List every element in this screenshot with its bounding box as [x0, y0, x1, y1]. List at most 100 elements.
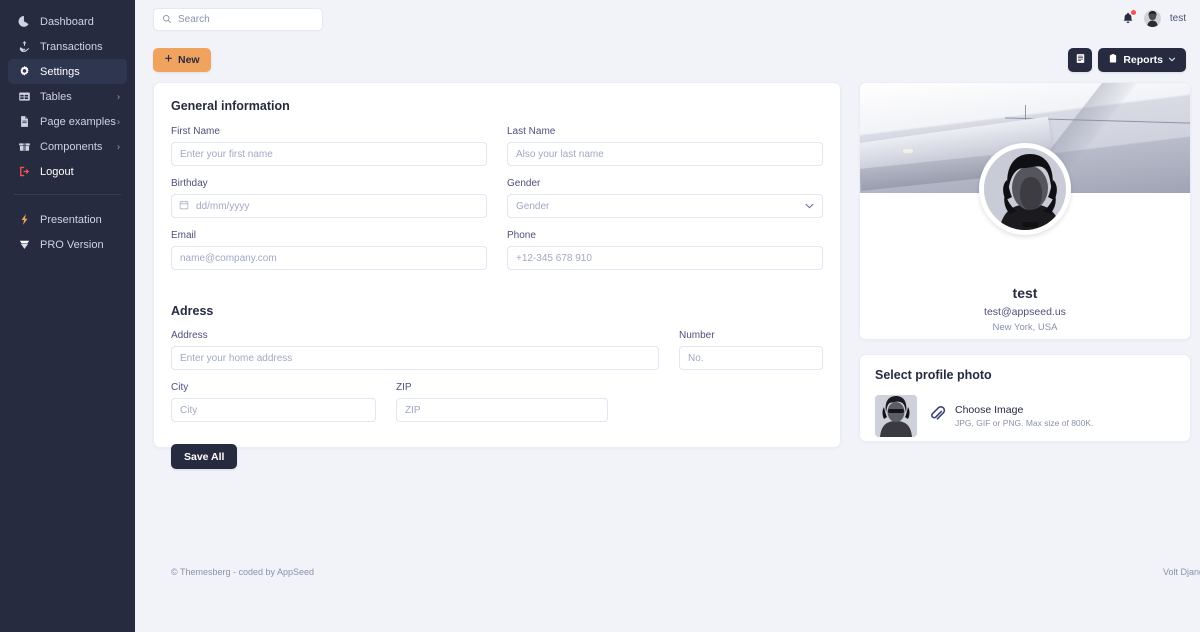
number-label: Number — [679, 330, 715, 341]
sidebar-item-label: Presentation — [40, 213, 102, 226]
sidebar-item-settings[interactable]: Settings — [8, 59, 127, 84]
first-name-field: First Name — [171, 126, 487, 166]
zip-field: ZIP — [396, 382, 608, 422]
footer: © Themesberg - coded by AppSeed Volt Dja… — [171, 567, 1200, 577]
chevron-down-icon — [1168, 56, 1176, 65]
city-label: City — [171, 382, 189, 393]
address-field: Address — [171, 330, 659, 370]
reports-button[interactable]: Reports — [1098, 48, 1186, 72]
sidebar-item-label: PRO Version — [40, 238, 104, 251]
save-all-button[interactable]: Save All — [171, 444, 238, 469]
first-name-label: First Name — [171, 126, 220, 137]
chevron-right-icon: › — [117, 116, 120, 126]
phone-input[interactable] — [507, 246, 823, 270]
gear-icon — [17, 64, 32, 79]
plus-icon — [164, 54, 173, 66]
name-row: First Name Last Name — [171, 126, 823, 178]
zip-input[interactable] — [396, 398, 608, 422]
birthday-field: Birthday — [171, 178, 487, 218]
email-phone-row: Email Phone — [171, 230, 823, 282]
components-box-icon — [17, 139, 32, 154]
choose-image-label: Choose Image — [955, 404, 1024, 416]
phone-field: Phone — [507, 230, 823, 270]
select-profile-photo-title: Select profile photo — [875, 368, 992, 382]
gem-icon — [17, 237, 32, 252]
general-information-title: General information — [171, 99, 290, 113]
logout-icon — [17, 164, 32, 179]
last-name-label: Last Name — [507, 126, 556, 137]
sidebar-item-label: Settings — [40, 65, 80, 78]
search-input[interactable] — [178, 14, 314, 25]
first-name-input[interactable] — [171, 142, 487, 166]
sidebar-item-pro-version[interactable]: PRO Version — [8, 232, 127, 257]
address-section-title: Adress — [171, 304, 214, 318]
birthday-label: Birthday — [171, 178, 208, 189]
profile-email: test@appseed.us — [984, 306, 1066, 318]
topbar-right-group: test — [1121, 9, 1186, 27]
city-input[interactable] — [171, 398, 376, 422]
lightning-bolt-icon — [17, 212, 32, 227]
paperclip-icon — [929, 405, 946, 427]
email-label: Email — [171, 230, 197, 241]
email-field: Email — [171, 230, 487, 270]
avatar[interactable] — [1143, 10, 1161, 27]
address-number-row: Address Number — [171, 330, 823, 382]
sidebar: Dashboard Transactions Settings Tables ›… — [0, 0, 135, 632]
document-icon — [17, 114, 32, 129]
chevron-right-icon: › — [117, 141, 120, 151]
footer-credit: © Themesberg - coded by AppSeed — [171, 567, 315, 577]
sidebar-item-dashboard[interactable]: Dashboard — [8, 9, 127, 34]
new-button-label: New — [178, 54, 200, 66]
city-zip-row: City ZIP — [171, 382, 823, 434]
sidebar-item-presentation[interactable]: Presentation — [8, 207, 127, 232]
number-input[interactable] — [679, 346, 823, 370]
sidebar-item-logout[interactable]: Logout — [8, 159, 127, 184]
sidebar-item-transactions[interactable]: Transactions — [8, 34, 127, 59]
number-field: Number — [679, 330, 823, 370]
general-information-card: General information First Name Last Name… — [153, 82, 841, 469]
sidebar-item-components[interactable]: Components › — [8, 134, 127, 159]
sidebar-item-tables[interactable]: Tables › — [8, 84, 127, 109]
last-name-field: Last Name — [507, 126, 823, 166]
gender-select[interactable]: Gender Female Male — [507, 194, 823, 218]
footer-product-link[interactable]: Volt Django — [1163, 567, 1200, 577]
zip-label: ZIP — [396, 382, 412, 393]
city-field: City — [171, 382, 376, 422]
search-field[interactable] — [153, 8, 323, 31]
main-area: test New Reports General informatio — [135, 0, 1200, 632]
cover-lamp — [902, 149, 913, 153]
last-name-input[interactable] — [507, 142, 823, 166]
gender-field: Gender Gender Female Male — [507, 178, 823, 218]
search-icon — [162, 11, 178, 29]
sidebar-item-label: Dashboard — [40, 15, 94, 28]
sidebar-item-label: Components — [40, 140, 103, 153]
user-name-label: test — [1169, 13, 1186, 24]
sidebar-divider — [14, 194, 121, 195]
choose-image-group[interactable]: Choose Image JPG, GIF or PNG. Max size o… — [929, 404, 1093, 428]
sidebar-item-label: Transactions — [40, 40, 103, 53]
clipboard-icon — [1108, 53, 1118, 67]
hand-receive-icon — [17, 39, 32, 54]
profile-location: New York, USA — [992, 322, 1058, 333]
profile-thumbnail — [875, 395, 917, 437]
profile-name: test — [1012, 285, 1038, 301]
right-actions-group: Reports — [1068, 48, 1186, 72]
chevron-right-icon: › — [117, 91, 120, 101]
choose-image-hint: JPG, GIF or PNG. Max size of 800K. — [955, 418, 1094, 428]
gender-label: Gender — [507, 178, 541, 189]
phone-label: Phone — [507, 230, 536, 241]
table-grid-icon — [17, 89, 32, 104]
birthday-input[interactable] — [171, 194, 487, 218]
new-button[interactable]: New — [153, 48, 211, 72]
sidebar-item-label: Page examples — [40, 115, 116, 128]
pie-chart-icon — [17, 14, 32, 29]
birthday-gender-row: Birthday Gender Gender Female — [171, 178, 823, 230]
list-icon — [1075, 53, 1086, 67]
notifications-button[interactable] — [1121, 9, 1136, 27]
list-view-button[interactable] — [1068, 48, 1093, 72]
select-profile-photo-card: Select profile photo Choose Image JPG, G… — [859, 354, 1191, 442]
sidebar-item-page-examples[interactable]: Page examples › — [8, 109, 127, 134]
sidebar-item-label: Tables — [40, 90, 72, 103]
address-input[interactable] — [171, 346, 659, 370]
email-input[interactable] — [171, 246, 487, 270]
